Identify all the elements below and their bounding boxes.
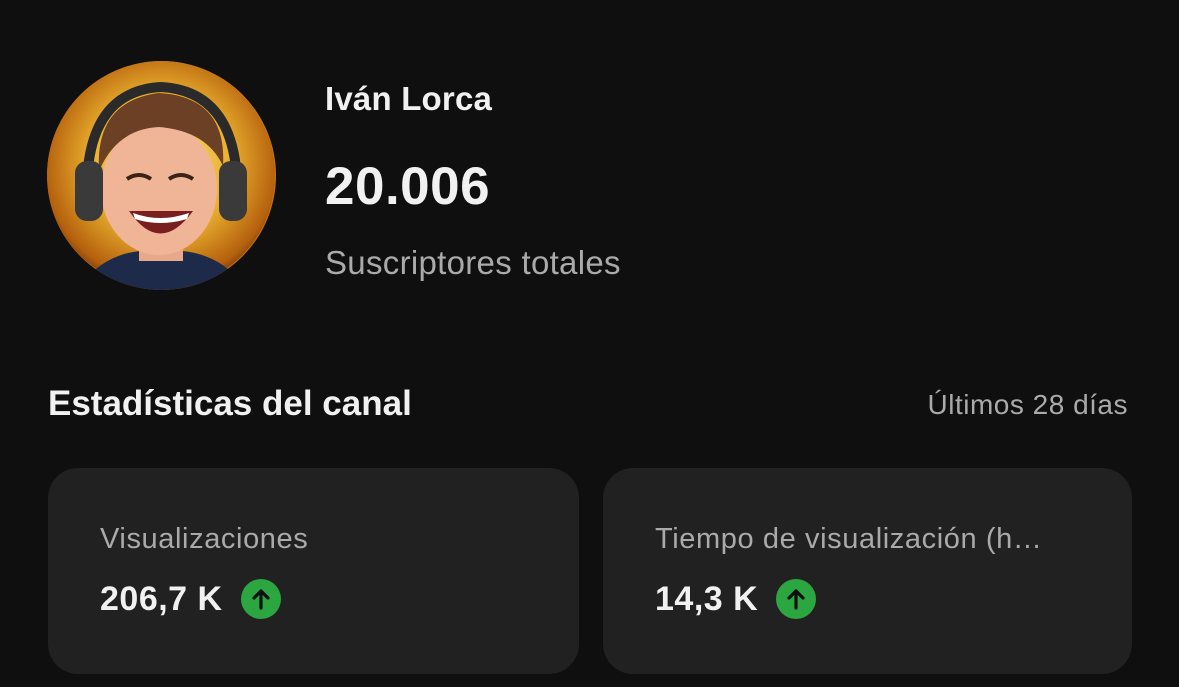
subscriber-label: Suscriptores totales [325, 244, 621, 281]
stat-card-label: Tiempo de visualización (h… [655, 523, 1043, 555]
stat-card-watch-time[interactable]: Tiempo de visualización (h… 14,3 K [603, 468, 1132, 674]
section-title: Estadísticas del canal [48, 384, 412, 423]
channel-name: Iván Lorca [325, 80, 493, 117]
period-label: Últimos 28 días [927, 389, 1128, 420]
stat-card-label: Visualizaciones [100, 523, 309, 555]
stat-card-value-row: 206,7 K [100, 579, 281, 619]
stat-card-value-row: 14,3 K [655, 579, 817, 619]
arrow-up-icon [240, 579, 281, 619]
channel-avatar[interactable] [47, 61, 276, 290]
stat-card-value: 206,7 K [100, 579, 223, 618]
stat-card-views[interactable]: Visualizaciones 206,7 K [48, 468, 579, 674]
subscriber-count: 20.006 [325, 157, 491, 216]
avatar-image [47, 61, 275, 290]
stat-card-value: 14,3 K [655, 579, 759, 618]
channel-stats-screen: Iván Lorca 20.006 Suscriptores totales E… [0, 0, 1179, 687]
arrow-up-icon [776, 579, 817, 619]
